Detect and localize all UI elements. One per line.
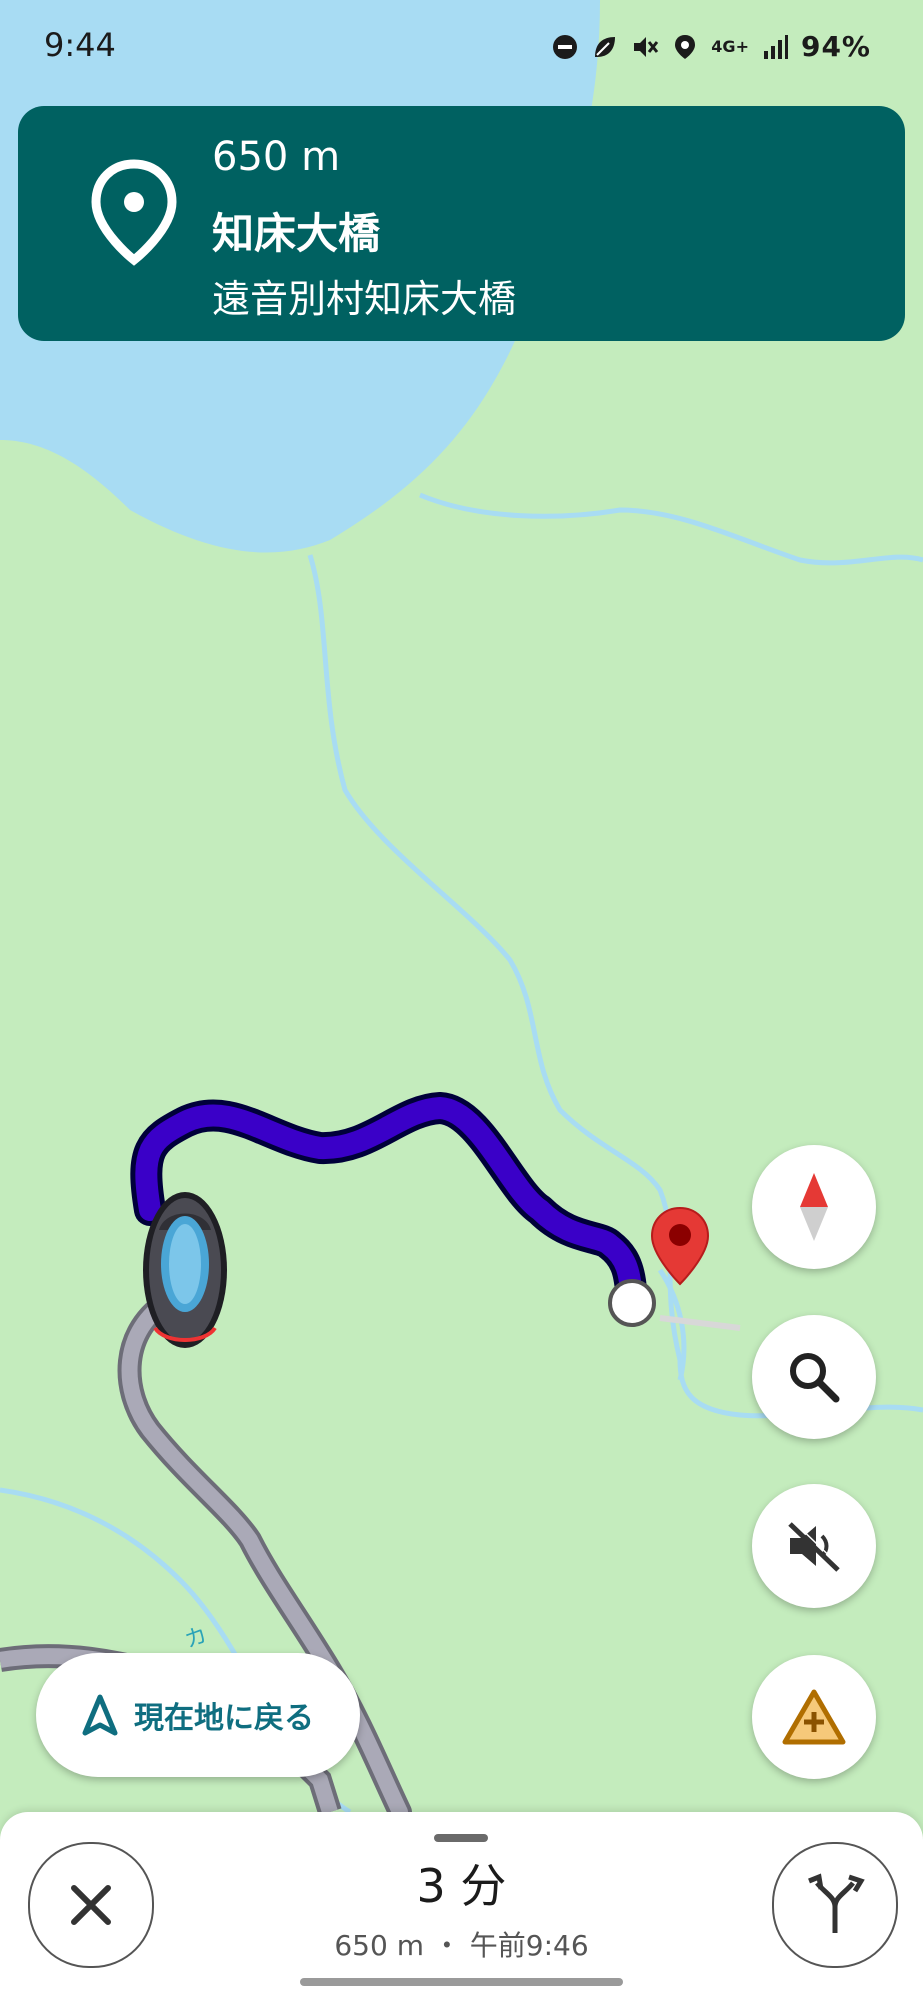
status-bar: 9:44 4G+ 94% bbox=[0, 0, 923, 96]
location-icon bbox=[671, 33, 699, 61]
location-pin-icon bbox=[74, 152, 194, 272]
mute-button[interactable] bbox=[752, 1484, 876, 1608]
navigation-arrow-icon bbox=[82, 1694, 118, 1736]
alternate-routes-icon bbox=[808, 1873, 865, 1933]
navigation-instruction-banner[interactable]: 650 m 知床大橋 遠音別村知床大橋 bbox=[18, 106, 905, 341]
search-icon bbox=[790, 1353, 840, 1403]
sound-off-icon bbox=[788, 1520, 842, 1572]
vibrate-off-icon bbox=[631, 33, 659, 61]
report-incident-icon bbox=[782, 1689, 846, 1745]
compass-button[interactable] bbox=[752, 1145, 876, 1269]
gesture-navigation-bar[interactable] bbox=[300, 1978, 623, 1986]
instruction-distance: 650 m bbox=[212, 134, 341, 180]
signal-icon bbox=[761, 33, 789, 61]
battery-level: 94% bbox=[800, 30, 871, 63]
alternate-routes-button[interactable] bbox=[772, 1842, 898, 1968]
search-along-route-button[interactable] bbox=[752, 1315, 876, 1439]
recenter-button[interactable]: 現在地に戻る bbox=[36, 1653, 360, 1777]
recenter-label: 現在地に戻る bbox=[134, 1701, 314, 1736]
report-incident-button[interactable] bbox=[752, 1655, 876, 1779]
leaf-icon bbox=[591, 33, 619, 61]
compass-icon bbox=[800, 1173, 828, 1241]
car-location-icon bbox=[143, 1192, 227, 1348]
sheet-drag-handle[interactable] bbox=[434, 1834, 488, 1842]
bottom-sheet[interactable]: 3 分 650 m ・ 午前9:46 bbox=[0, 1812, 923, 2000]
destination-address: 遠音別村知床大橋 bbox=[212, 277, 517, 321]
status-time: 9:44 bbox=[44, 26, 116, 64]
destination-name: 知床大橋 bbox=[212, 209, 381, 258]
route-end-marker bbox=[608, 1279, 656, 1327]
status-icons: 4G+ 94% bbox=[551, 30, 871, 63]
do-not-disturb-icon bbox=[551, 33, 579, 61]
network-type: 4G+ bbox=[711, 36, 749, 56]
